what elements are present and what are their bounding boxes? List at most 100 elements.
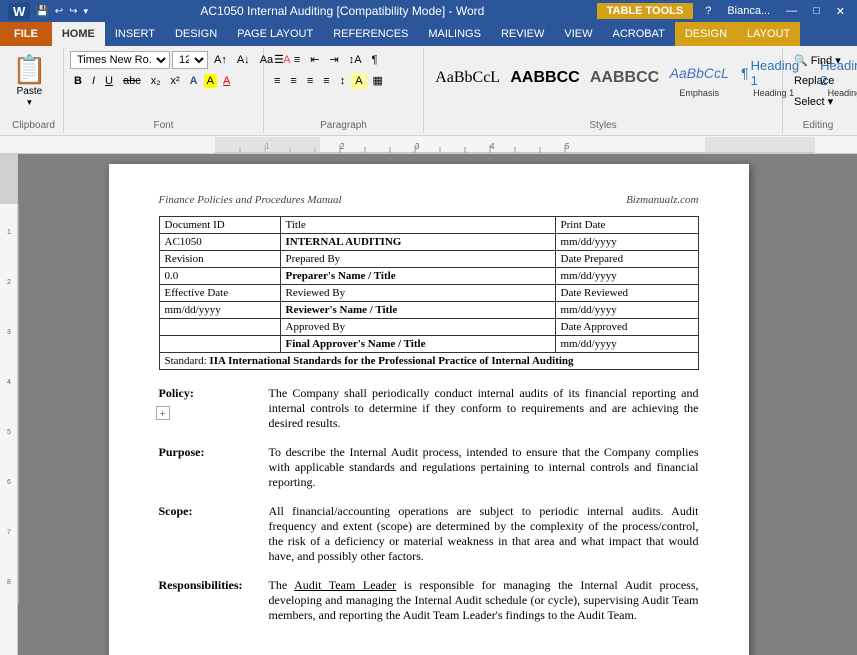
svg-text:5: 5 — [565, 142, 570, 151]
tab-page-layout[interactable]: PAGE LAYOUT — [227, 22, 323, 46]
tab-home[interactable]: HOME — [52, 22, 105, 46]
clipboard-label: Clipboard — [8, 118, 59, 133]
tab-mailings[interactable]: MAILINGS — [418, 22, 491, 46]
responsibilities-label: Responsibilities: — [159, 578, 259, 623]
find-btn[interactable]: 🔍 Find ▾ — [789, 51, 847, 70]
styles-label: Styles — [428, 118, 778, 133]
scope-section: Scope: All financial/accounting operatio… — [159, 504, 699, 564]
tab-view[interactable]: VIEW — [554, 22, 602, 46]
increase-font-btn[interactable]: A↑ — [210, 52, 231, 68]
table-cell: Approved By — [280, 319, 555, 336]
style-emphasis[interactable]: AaBbCcL Emphasis — [666, 55, 732, 101]
maximize-btn[interactable]: □ — [809, 5, 824, 17]
tab-references[interactable]: REFERENCES — [323, 22, 418, 46]
justify-btn[interactable]: ≡ — [319, 73, 333, 89]
borders-btn[interactable]: ▦ — [369, 72, 387, 89]
bold-btn[interactable]: B — [70, 73, 86, 89]
table-cell: Prepared By — [280, 251, 555, 268]
align-left-btn[interactable]: ≡ — [270, 73, 284, 89]
numbering-btn[interactable]: ≡ — [290, 52, 304, 68]
table-cell: Date Approved — [555, 319, 698, 336]
sort-btn[interactable]: ↕A — [345, 52, 366, 68]
ruler: 1 2 3 4 5 — [0, 136, 857, 154]
table-cell: Effective Date — [159, 285, 280, 302]
minimize-btn[interactable]: — — [782, 5, 801, 17]
table-cell — [159, 336, 280, 353]
style-emphasis-label: Emphasis — [679, 88, 719, 98]
qa-redo[interactable]: ↪ — [69, 6, 77, 17]
align-center-btn[interactable]: ≡ — [286, 73, 300, 89]
qa-save[interactable]: 💾 — [36, 6, 48, 17]
document-header: Finance Policies and Procedures Manual B… — [159, 194, 699, 206]
svg-text:4: 4 — [490, 142, 495, 151]
paragraph-content: ☰ ≡ ⇤ ⇥ ↕A ¶ ≡ ≡ ≡ ≡ ↕ A ▦ — [268, 48, 419, 118]
align-right-btn[interactable]: ≡ — [303, 73, 317, 89]
italic-btn[interactable]: I — [88, 73, 99, 89]
svg-text:3: 3 — [415, 142, 420, 151]
text-effect-btn[interactable]: A — [186, 73, 202, 89]
table-cell: Title — [280, 217, 555, 234]
tab-review[interactable]: REVIEW — [491, 22, 554, 46]
table-row-standard: Standard: IIA International Standards fo… — [159, 353, 698, 370]
style-normal-preview: AaBbCcL — [435, 63, 500, 93]
ribbon-editing: 🔍 Find ▾ Replace Select ▾ Editing — [783, 48, 853, 133]
table-cell — [159, 319, 280, 336]
vertical-ruler: 1 2 3 4 5 6 7 8 — [0, 154, 18, 655]
tab-acrobat[interactable]: ACROBAT — [602, 22, 674, 46]
shading-btn[interactable]: A — [351, 73, 366, 89]
font-color-btn[interactable]: A — [219, 73, 234, 89]
table-row: 0.0 Preparer's Name / Title mm/dd/yyyy — [159, 268, 698, 285]
tab-file[interactable]: FILE — [0, 22, 52, 46]
ribbon-styles: AaBbCcL AABBCC AABBCC AaBbCcL Emphasis ¶… — [424, 48, 783, 133]
font-name-select[interactable]: Times New Ro... — [70, 51, 170, 69]
select-btn[interactable]: Select ▾ — [789, 92, 847, 111]
strikethrough-btn[interactable]: abc — [119, 73, 145, 89]
scope-label: Scope: — [159, 504, 259, 564]
table-cell: INTERNAL AUDITING — [280, 234, 555, 251]
highlight-btn[interactable]: A — [204, 74, 217, 88]
svg-text:8: 8 — [7, 579, 11, 586]
svg-text:1: 1 — [7, 229, 11, 236]
tab-insert[interactable]: INSERT — [105, 22, 165, 46]
user-name[interactable]: Bianca... — [723, 5, 774, 17]
paste-label: Paste — [17, 86, 43, 97]
subscript-btn[interactable]: x₂ — [147, 73, 165, 89]
title-bar: W 💾 ↩ ↪ ▾ AC1050 Internal Auditing [Comp… — [0, 0, 857, 22]
show-hide-btn[interactable]: ¶ — [368, 52, 382, 68]
ribbon: 📋 Paste ▾ Clipboard Times New Ro... 12 A… — [0, 46, 857, 136]
svg-text:4: 4 — [7, 379, 11, 386]
outdent-btn[interactable]: ⇤ — [306, 51, 323, 68]
policy-section: Policy: The Company shall periodically c… — [159, 386, 699, 431]
superscript-btn[interactable]: x² — [167, 73, 184, 89]
table-cell: Reviewer's Name / Title — [280, 302, 555, 319]
table-add-row-btn[interactable]: + — [156, 406, 170, 420]
indent-btn[interactable]: ⇥ — [326, 51, 343, 68]
purpose-label: Purpose: — [159, 445, 259, 490]
style-no-spacing[interactable]: AABBCC — [507, 60, 582, 96]
purpose-section: Purpose: To describe the Internal Audit … — [159, 445, 699, 490]
para-row-1: ☰ ≡ ⇤ ⇥ ↕A ¶ — [270, 51, 382, 68]
replace-btn[interactable]: Replace — [789, 72, 847, 90]
ribbon-paragraph: ☰ ≡ ⇤ ⇥ ↕A ¶ ≡ ≡ ≡ ≡ ↕ A ▦ Paragraph — [264, 48, 424, 133]
decrease-font-btn[interactable]: A↓ — [233, 52, 254, 68]
qa-undo[interactable]: ↩ — [55, 6, 63, 17]
paste-button[interactable]: 📋 Paste ▾ — [10, 51, 49, 110]
ribbon-tabs: FILE HOME INSERT DESIGN PAGE LAYOUT REFE… — [0, 22, 857, 46]
close-btn[interactable]: ✕ — [832, 5, 849, 18]
help-btn[interactable]: ? — [701, 5, 715, 17]
table-row: mm/dd/yyyy Reviewer's Name / Title mm/dd… — [159, 302, 698, 319]
line-spacing-btn[interactable]: ↕ — [336, 73, 350, 89]
bullets-btn[interactable]: ☰ — [270, 51, 288, 68]
clipboard-content: 📋 Paste ▾ — [8, 48, 59, 118]
underline-btn[interactable]: U — [101, 73, 117, 89]
font-size-select[interactable]: 12 — [172, 51, 208, 69]
style-heading[interactable]: AABBCC — [587, 60, 662, 96]
tab-table-design[interactable]: DESIGN — [675, 22, 737, 46]
table-cell: Date Prepared — [555, 251, 698, 268]
tab-design[interactable]: DESIGN — [165, 22, 227, 46]
style-normal[interactable]: AaBbCcL — [432, 60, 503, 96]
table-cell: 0.0 — [159, 268, 280, 285]
editing-content: 🔍 Find ▾ Replace Select ▾ — [787, 48, 849, 114]
ruler-inner: 1 2 3 4 5 — [215, 137, 815, 153]
tab-table-layout[interactable]: LAYOUT — [737, 22, 800, 46]
